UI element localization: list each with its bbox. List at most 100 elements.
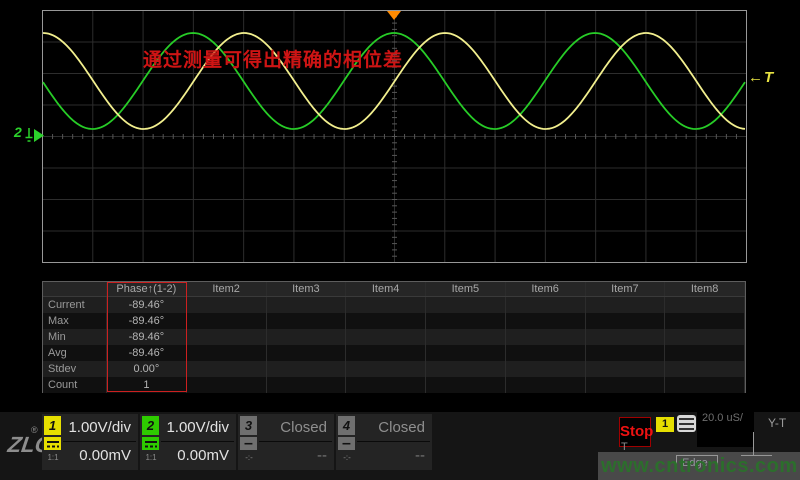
channel-3-badge[interactable]: 3 (240, 416, 257, 435)
measure-value-cell (506, 329, 586, 345)
channel-4-tile[interactable]: 4 – -:- Closed-- (336, 414, 432, 470)
channel-1-scale: 1.00V/div (63, 414, 136, 442)
measure-value-cell (426, 361, 506, 377)
channel-2-badge[interactable]: 2 (142, 416, 159, 435)
measure-value-cell (346, 345, 426, 361)
measure-value-cell (665, 297, 745, 313)
measure-value-cell: 1 (107, 377, 187, 393)
channel-4-badge[interactable]: 4 (338, 416, 355, 435)
measure-value-cell (506, 313, 586, 329)
measure-value-cell (586, 345, 666, 361)
measure-value-cell (267, 313, 347, 329)
channel-2-offset: 0.00mV (161, 442, 234, 469)
measure-value-cell (426, 313, 506, 329)
measure-value-cell: -89.46° (107, 297, 187, 313)
measure-value-cell (586, 297, 666, 313)
channel-1-coupling-icon[interactable] (44, 437, 61, 450)
channel-3-probe-ratio: -:- (240, 453, 258, 462)
measure-row-max: Max-89.46° (43, 313, 745, 329)
measure-value-cell (267, 297, 347, 313)
measure-value-cell (586, 329, 666, 345)
timebase-box[interactable]: 20.0 uS/ (697, 409, 754, 447)
channel-1-badges: 1 1:1 (44, 416, 62, 462)
channel-4-offset: -- (357, 442, 430, 469)
channel-4-probe-ratio: -:- (338, 453, 356, 462)
display-mode-label: Y-T (768, 416, 786, 430)
measure-value-cell (187, 361, 267, 377)
measure-col-header[interactable]: Item4 (346, 282, 426, 296)
measure-row-stdev: Stdev0.00° (43, 361, 745, 377)
measure-value-cell (267, 377, 347, 393)
channel-4-badges: 4 – -:- (338, 416, 356, 462)
channel-2-badges: 2 1:1 (142, 416, 160, 462)
measure-row-avg: Avg-89.46° (43, 345, 745, 361)
channel-3-tile[interactable]: 3–-:-Closed-- (238, 414, 334, 470)
measure-value-cell (426, 377, 506, 393)
measure-value-cell (665, 377, 745, 393)
trigger-level-marker[interactable]: ←T (748, 69, 774, 86)
channel-2-probe-ratio: 1:1 (142, 453, 160, 462)
measure-value-cell (506, 345, 586, 361)
watermark-text: www.cntronics.com (598, 455, 798, 478)
measure-row-label: Count (43, 377, 107, 393)
measure-value-cell (187, 297, 267, 313)
channel-1-probe-ratio: 1:1 (44, 453, 62, 462)
measure-value-cell (665, 329, 745, 345)
watermark-band: www.cntronics.com (598, 452, 800, 480)
measure-value-cell (346, 313, 426, 329)
measure-header-row: Phase↑(1-2)Item2Item3Item4Item5Item6Item… (43, 282, 745, 297)
measure-value-cell: -89.46° (107, 345, 187, 361)
channel-3-coupling-icon[interactable]: – (240, 437, 257, 450)
channel-3-scale: Closed (259, 414, 332, 442)
measure-row-label: Current (43, 297, 107, 313)
measure-value-cell (426, 345, 506, 361)
measure-value-cell: -89.46° (107, 313, 187, 329)
measure-col-header[interactable]: Item6 (506, 282, 586, 296)
measure-col-header[interactable]: Item5 (426, 282, 506, 296)
measure-value-cell (665, 345, 745, 361)
measurement-table: Phase↑(1-2)Item2Item3Item4Item5Item6Item… (42, 281, 746, 393)
measure-value-cell (187, 329, 267, 345)
measure-corner-cell (43, 282, 107, 296)
measure-value-cell (346, 361, 426, 377)
measure-value-cell (187, 313, 267, 329)
measure-value-cell (426, 297, 506, 313)
ch2-zero-marker[interactable]: 2 (14, 124, 22, 140)
measure-value-cell (586, 377, 666, 393)
measure-col-header[interactable]: Item3 (267, 282, 347, 296)
trigger-source-badge[interactable]: 1 (656, 417, 674, 432)
measure-col-header[interactable]: Item7 (586, 282, 666, 296)
measure-value-cell: -89.46° (107, 329, 187, 345)
measure-value-cell (346, 297, 426, 313)
registered-mark: ® (31, 425, 38, 435)
measure-value-cell: 0.00° (107, 361, 187, 377)
measure-value-cell (426, 329, 506, 345)
measure-row-label: Stdev (43, 361, 107, 377)
channel-1-tile[interactable]: 1 1:11.00V/div0.00mV (42, 414, 138, 470)
channel-4-coupling-icon[interactable]: – (338, 437, 355, 450)
measure-col-header[interactable]: Item2 (187, 282, 267, 296)
phase-annotation-text: 通过测量可得出精确的相位差 (143, 45, 403, 72)
acquire-menu-icon[interactable] (677, 415, 696, 432)
channel-2-tile[interactable]: 2 1:11.00V/div0.00mV (140, 414, 236, 470)
channel-3-values: Closed-- (259, 414, 332, 470)
channel-3-offset: -- (259, 442, 332, 469)
measure-col-header[interactable]: Phase↑(1-2) (107, 282, 187, 296)
measure-row-label: Max (43, 313, 107, 329)
channel-4-scale: Closed (357, 414, 430, 442)
measure-value-cell (506, 361, 586, 377)
channel-2-coupling-icon[interactable] (142, 437, 159, 450)
channel-2-values: 1.00V/div0.00mV (161, 414, 234, 470)
measure-row-count: Count1 (43, 377, 745, 393)
measure-value-cell (267, 345, 347, 361)
measure-value-cell (665, 313, 745, 329)
channel-1-values: 1.00V/div0.00mV (63, 414, 136, 470)
measure-col-header[interactable]: Item8 (665, 282, 745, 296)
measure-value-cell (506, 377, 586, 393)
trigger-position-marker[interactable] (387, 11, 401, 20)
channel-1-badge[interactable]: 1 (44, 416, 61, 435)
waveform-display (0, 0, 800, 276)
measure-value-cell (346, 329, 426, 345)
measure-value-cell (187, 377, 267, 393)
measure-row-min: Min-89.46° (43, 329, 745, 345)
